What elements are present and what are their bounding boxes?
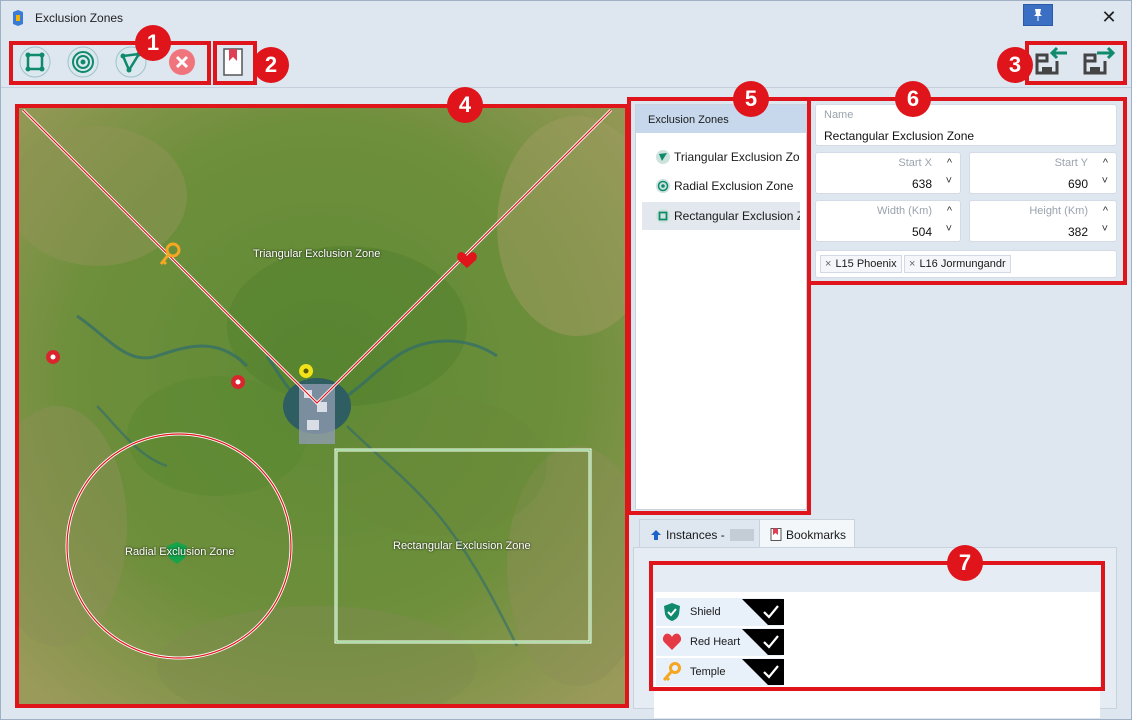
callout-box-5 [627,97,811,515]
tab-bookmarks[interactable]: Bookmarks [759,519,855,548]
title-bar: Exclusion Zones ✕ [1,1,1131,34]
exclusion-zones-window: Exclusion Zones ✕ Triangular Exclusion Z… [0,0,1132,720]
tab-bookmarks-label: Bookmarks [786,528,847,542]
callout-box-4 [15,104,629,708]
callout-box-7 [649,561,1105,691]
window-title: Exclusion Zones [35,11,124,25]
toolbar-separator [1,87,1131,88]
callout-number-2: 2 [253,47,289,83]
callout-box-3 [1025,41,1127,85]
callout-number-7: 7 [947,545,983,581]
tab-instances-label: Instances - [666,528,725,542]
callout-number-6: 6 [895,81,931,117]
callout-box-1 [9,41,211,85]
close-button[interactable]: ✕ [1097,7,1121,29]
callout-number-3: 3 [997,47,1033,83]
callout-number-4: 4 [447,87,483,123]
callout-number-5: 5 [733,81,769,117]
instances-count-badge [730,529,755,541]
pin-icon [1034,9,1042,21]
arrow-up-icon [651,530,661,540]
callout-box-2 [213,41,257,85]
app-icon [13,10,23,26]
bookmark-icon [770,528,782,541]
callout-number-1: 1 [135,25,171,61]
pin-button[interactable] [1023,4,1053,26]
callout-box-6 [807,97,1127,285]
tab-instances[interactable]: Instances - [639,519,761,548]
